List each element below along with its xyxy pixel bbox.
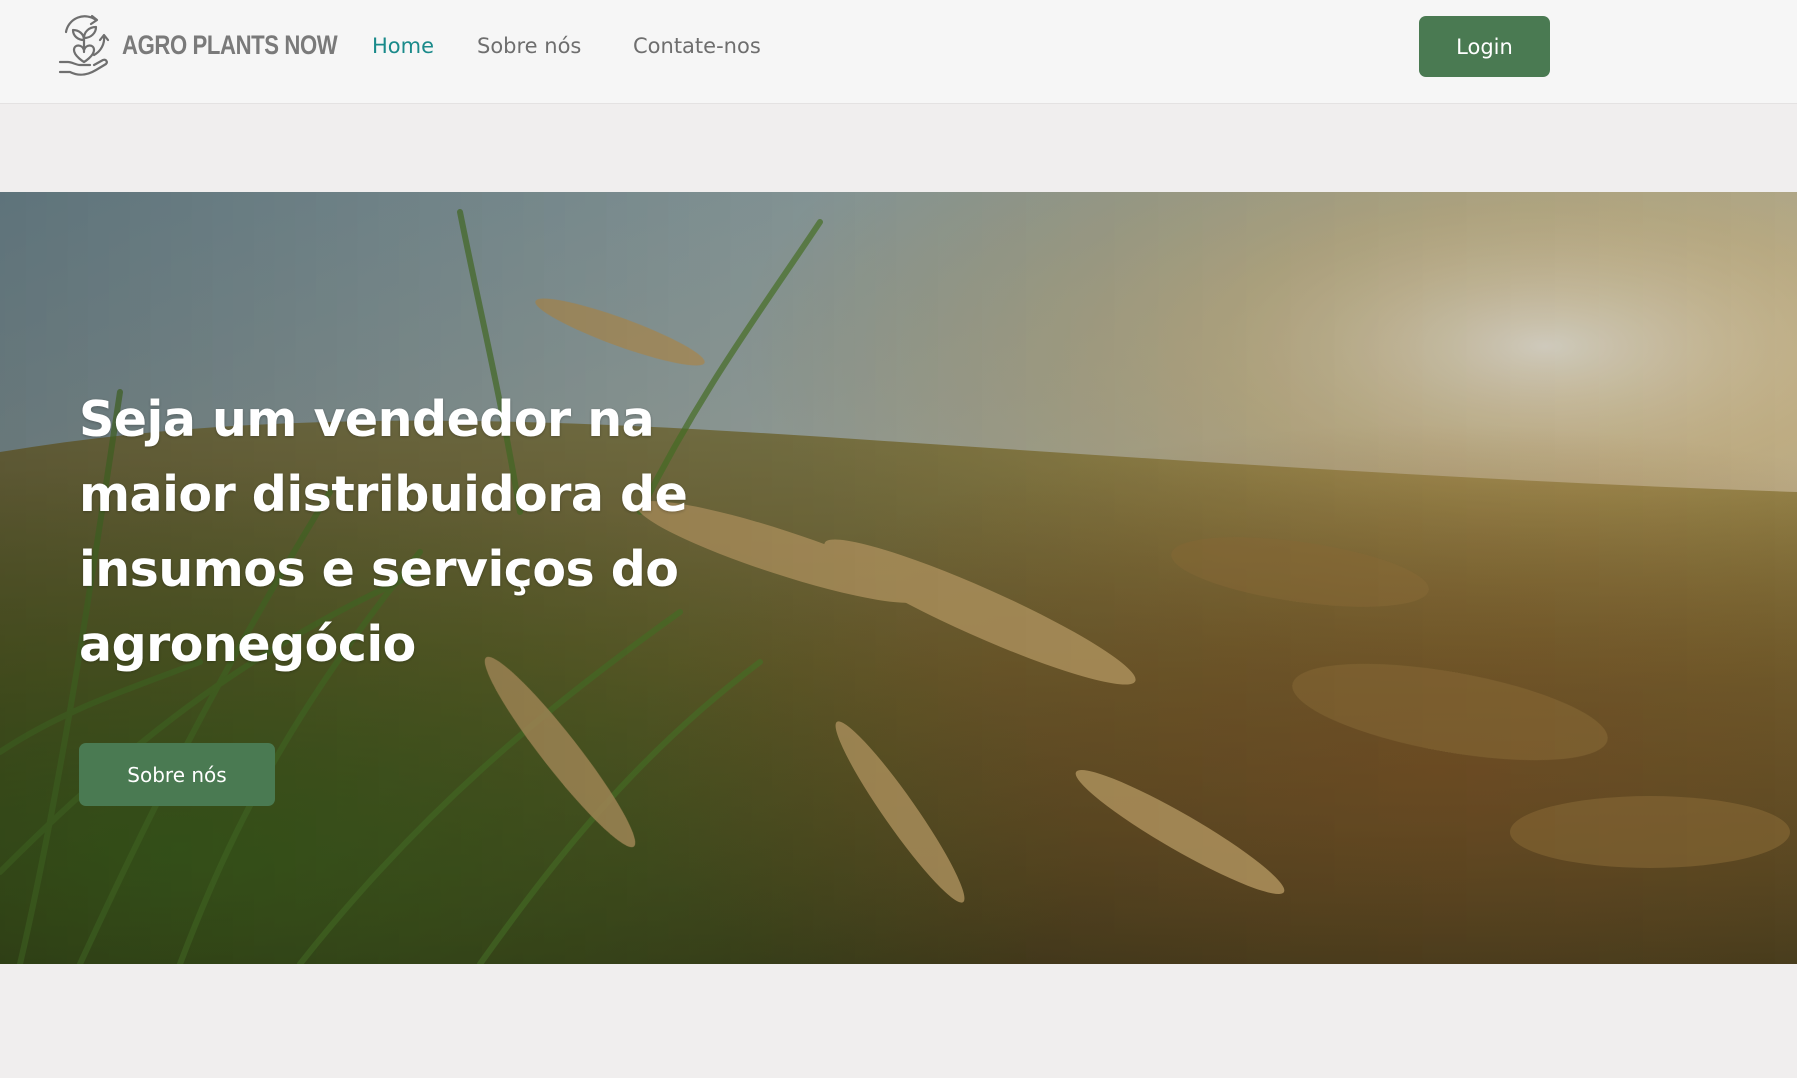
hero-banner: Seja um vendedor na maior distribuidora … <box>0 192 1797 964</box>
hero-sobre-nos-button[interactable]: Sobre nós <box>79 743 275 806</box>
hero-title: Seja um vendedor na maior distribuidora … <box>79 391 688 673</box>
nav-item-sobre-nos[interactable]: Sobre nós <box>477 34 581 58</box>
page: AGRO PLANTS NOW Home Sobre nós Contate-n… <box>0 0 1797 1078</box>
hand-holding-plant-recycle-icon <box>58 14 110 76</box>
brand-name: AGRO PLANTS NOW <box>122 29 338 60</box>
nav-item-home[interactable]: Home <box>372 34 434 58</box>
nav-item-contate-nos[interactable]: Contate-nos <box>633 34 761 58</box>
top-navbar: AGRO PLANTS NOW Home Sobre nós Contate-n… <box>0 0 1797 104</box>
login-button[interactable]: Login <box>1419 16 1550 77</box>
brand-logo[interactable]: AGRO PLANTS NOW <box>56 10 385 80</box>
